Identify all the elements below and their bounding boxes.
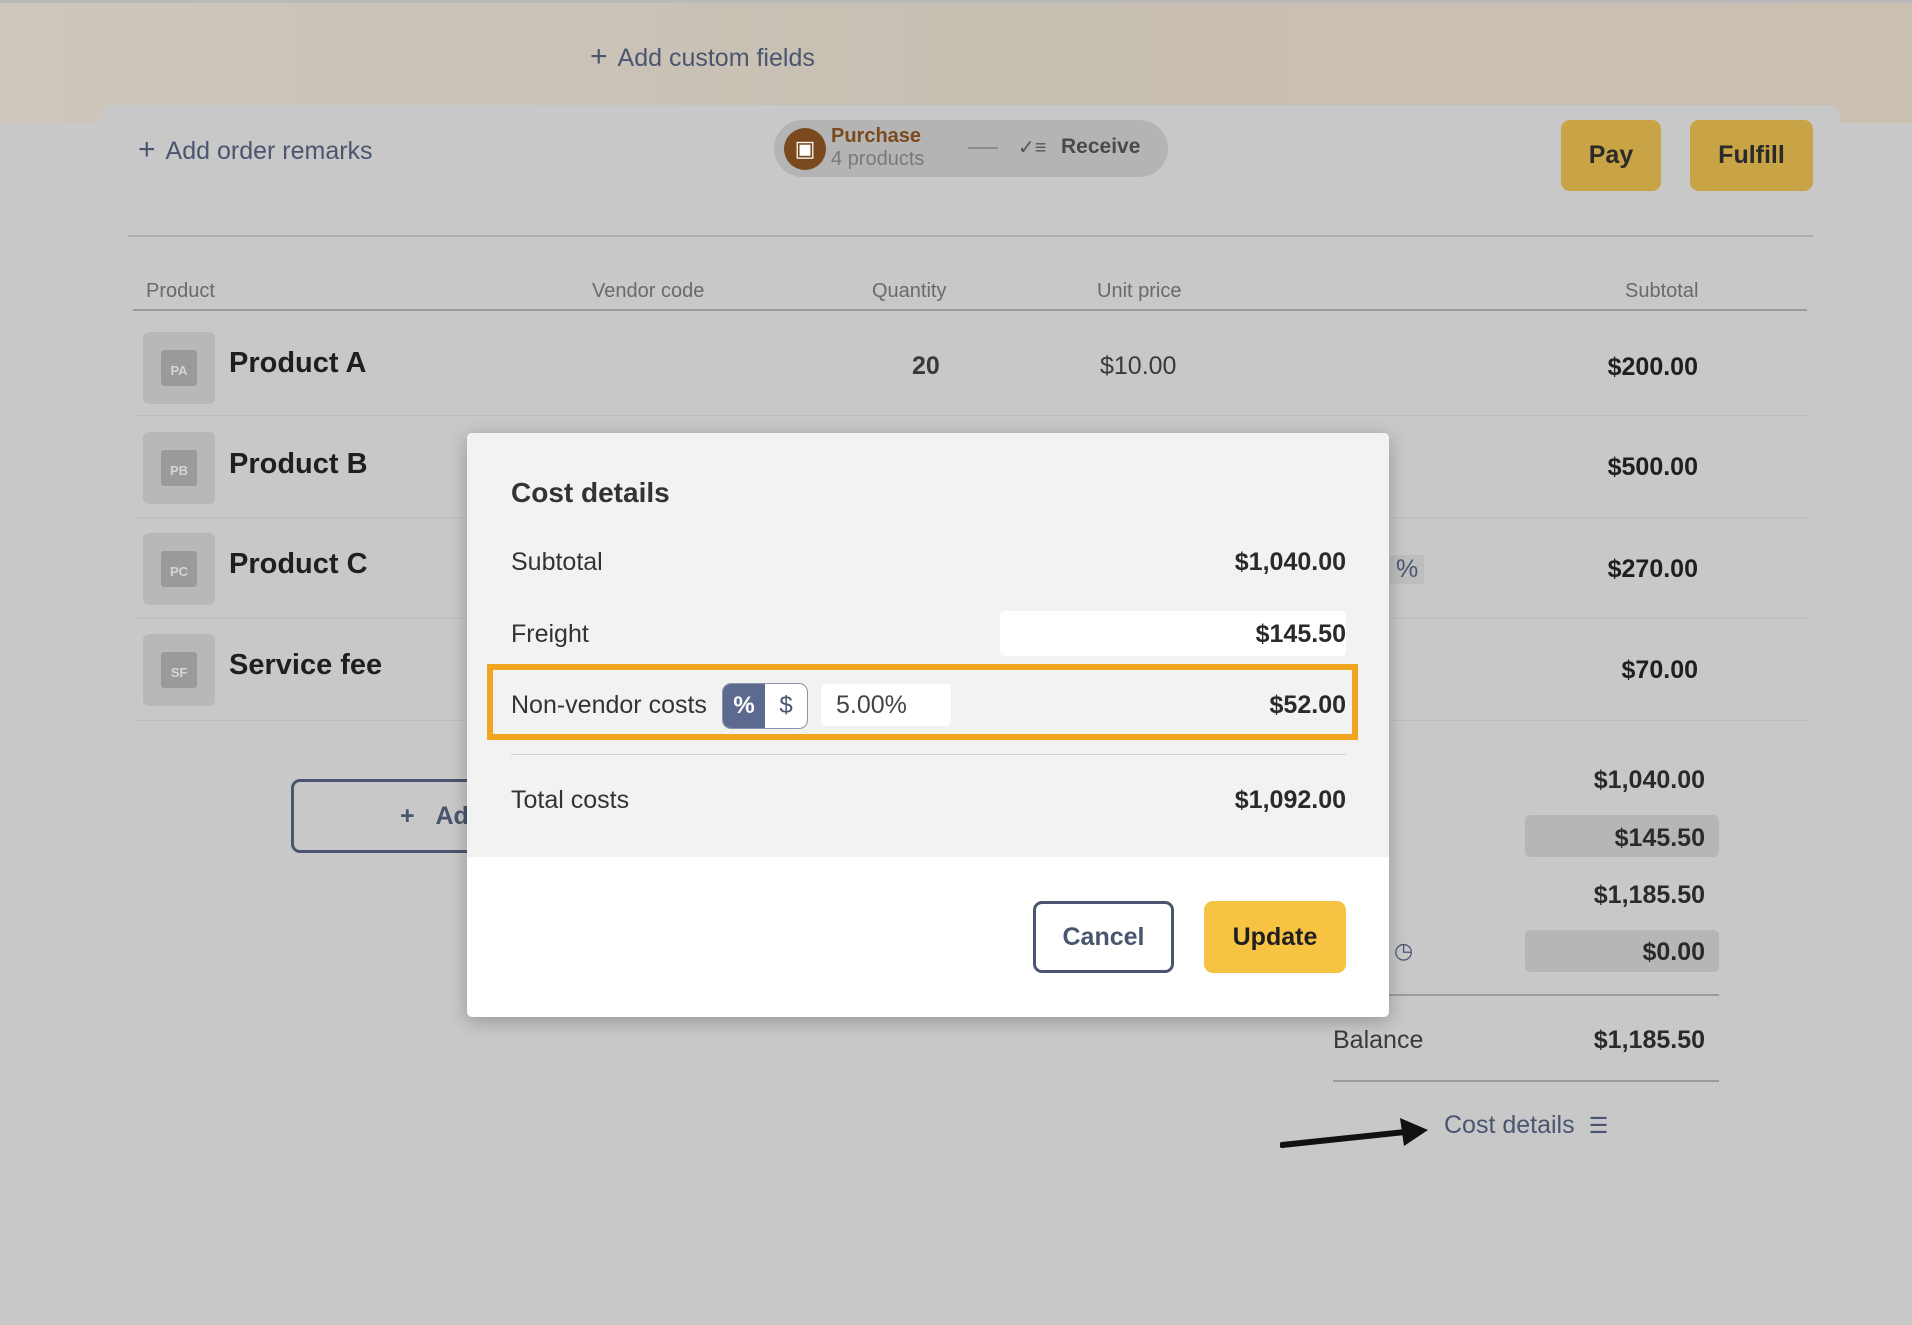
row-subtotal: $70.00 <box>1621 656 1698 684</box>
modal-freight-value: $145.50 <box>1255 620 1346 648</box>
plus-icon: + <box>138 133 156 166</box>
header-divider <box>133 309 1807 311</box>
header-vendor-code: Vendor code <box>592 280 705 302</box>
modal-subtotal-value: $1,040.00 <box>1234 548 1346 576</box>
header-quantity: Quantity <box>872 280 947 302</box>
total-costs-label: Total costs <box>511 786 630 814</box>
discount-percent-fragment[interactable]: % <box>1390 555 1425 584</box>
product-thumbnail: PA <box>143 332 215 404</box>
modal-freight-label: Freight <box>511 620 589 648</box>
product-name[interactable]: Product A <box>229 347 366 380</box>
fulfill-button[interactable]: Fulfill <box>1690 120 1813 191</box>
modal-subtotal-label: Subtotal <box>511 548 603 576</box>
update-button[interactable]: Update <box>1204 901 1346 973</box>
package-icon: ▣ <box>784 128 826 170</box>
modal-divider <box>511 754 1346 755</box>
divider <box>128 235 1813 237</box>
quantity-value[interactable]: 20 <box>912 352 940 381</box>
clock-icon: ◷ <box>1394 938 1414 963</box>
balance-value: $1,185.50 <box>1593 1026 1705 1054</box>
product-name[interactable]: Product C <box>229 548 368 581</box>
add-custom-fields-link[interactable]: + Add custom fields <box>590 40 815 74</box>
header-subtotal: Subtotal <box>1625 280 1699 302</box>
row-subtotal: $500.00 <box>1607 453 1698 481</box>
product-thumbnail: SF <box>143 634 215 706</box>
unit-price-value[interactable]: $10.00 <box>1100 352 1176 381</box>
header-unit-price: Unit price <box>1097 280 1182 302</box>
balance-label: Balance <box>1333 1026 1424 1054</box>
totals-total-value: $1,185.50 <box>1593 881 1705 909</box>
cost-details-link[interactable]: Cost details ☰ <box>1444 1111 1608 1140</box>
pointer-arrow-icon <box>1280 1118 1428 1148</box>
row-subtotal: $270.00 <box>1607 555 1698 583</box>
order-stepper: ▣ Purchase 4 products ✓≡ Receive <box>774 120 1168 177</box>
product-name[interactable]: Service fee <box>229 649 382 682</box>
totals-freight-value: $145.50 <box>1614 824 1705 852</box>
nonvendor-costs-label: Non-vendor costs <box>511 691 707 719</box>
modal-title: Cost details <box>511 477 670 508</box>
product-name[interactable]: Product B <box>229 448 368 481</box>
total-costs-value: $1,092.00 <box>1234 786 1346 814</box>
percent-toggle-button[interactable]: % <box>723 684 765 728</box>
plus-icon: + <box>400 802 415 830</box>
step-purchase-title: Purchase <box>831 125 922 147</box>
product-thumbnail: PC <box>143 533 215 605</box>
dollar-toggle-button[interactable]: $ <box>765 684 807 728</box>
cancel-button[interactable]: Cancel <box>1033 901 1174 973</box>
step-connector <box>968 147 998 149</box>
row-divider <box>133 415 1807 416</box>
step-purchase-sub: 4 products <box>831 148 925 170</box>
totals-divider <box>1333 1080 1719 1082</box>
plus-icon: + <box>590 40 608 73</box>
product-thumbnail: PB <box>143 432 215 504</box>
totals-subtotal-value: $1,040.00 <box>1593 766 1705 794</box>
step-receive-title: Receive <box>1061 135 1141 158</box>
header-product: Product <box>146 280 215 302</box>
receive-checklist-icon: ✓≡ <box>1018 137 1047 159</box>
nonvendor-percent-input[interactable]: 5.00% <box>821 684 951 726</box>
totals-divider <box>1333 994 1719 996</box>
list-icon: ☰ <box>1588 1113 1609 1138</box>
pay-button[interactable]: Pay <box>1561 120 1661 191</box>
totals-paid-value: $0.00 <box>1642 938 1705 966</box>
add-order-remarks-link[interactable]: + Add order remarks <box>138 133 373 167</box>
cost-details-modal: Cost details Subtotal $1,040.00 Freight … <box>467 433 1389 1017</box>
percent-dollar-toggle: % $ <box>722 683 808 729</box>
nonvendor-costs-value: $52.00 <box>1269 691 1346 719</box>
row-subtotal: $200.00 <box>1607 353 1698 381</box>
